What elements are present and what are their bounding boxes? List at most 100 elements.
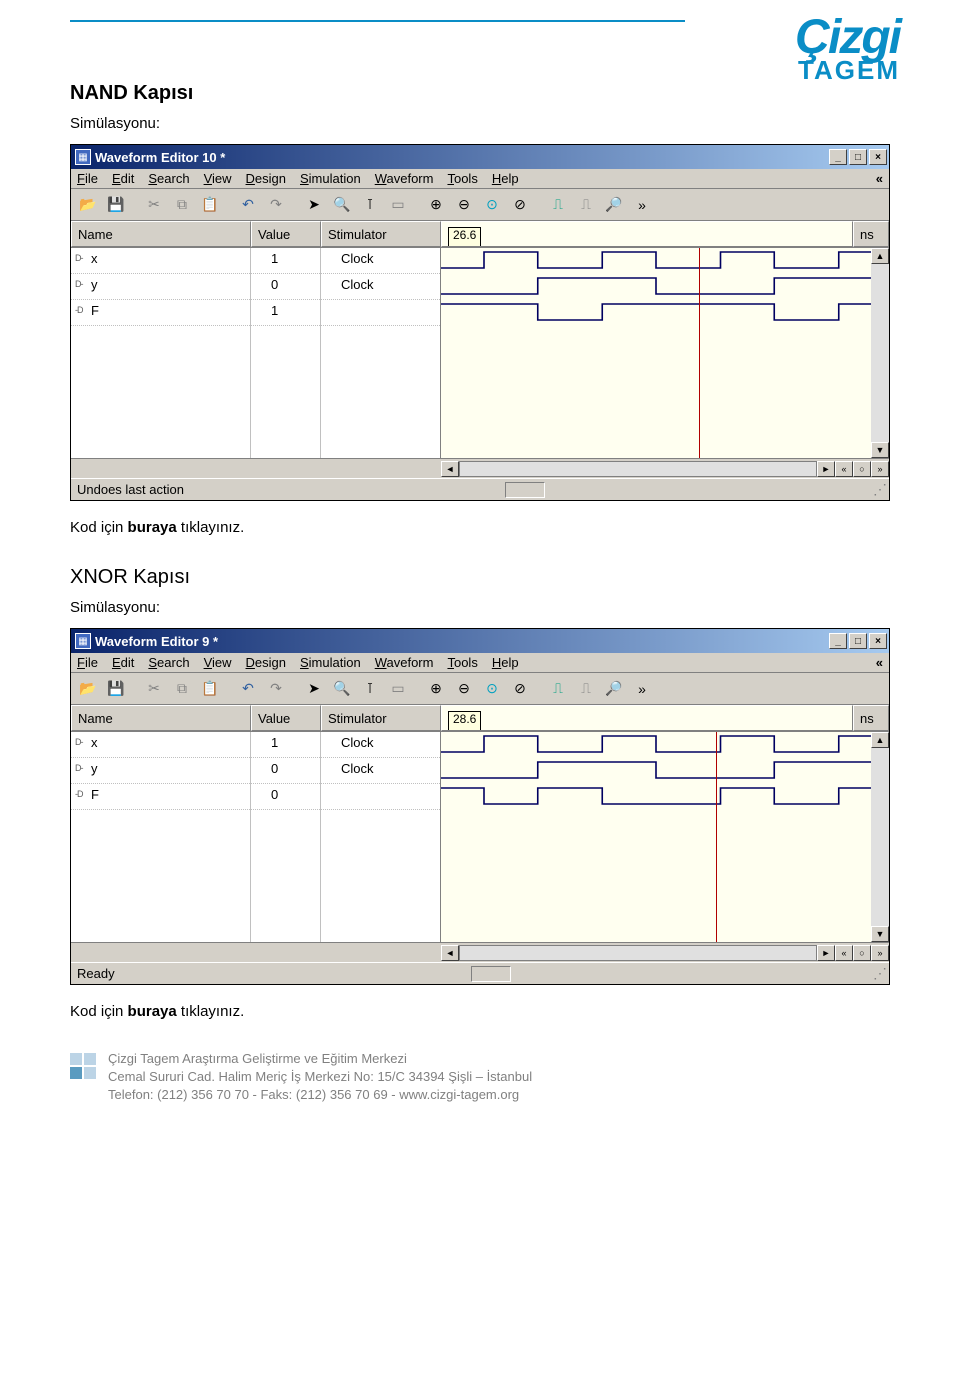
menu-chevron-icon[interactable]: « (876, 171, 883, 186)
redo-icon[interactable]: ↷ (263, 677, 289, 701)
menu-search[interactable]: Search (148, 171, 189, 186)
wave-add-icon[interactable]: ⎍ (545, 677, 571, 701)
wave-add-icon[interactable]: ⎍ (545, 193, 571, 217)
toolbar-overflow-icon[interactable]: » (629, 677, 655, 701)
vertical-scrollbar[interactable]: ▲▼ (871, 248, 889, 458)
wave-del-icon[interactable]: ⎍ (573, 677, 599, 701)
ruler[interactable]: · 10 · · 20 · · 40 · 26.6 ns (441, 221, 853, 247)
col-stimulator-header[interactable]: Stimulator (321, 705, 441, 731)
signal-name-y[interactable]: D-y (71, 758, 250, 784)
resize-grip-icon[interactable]: ⋰ (873, 481, 883, 498)
search-wave-icon[interactable]: 🔎 (601, 193, 627, 217)
close-button[interactable]: × (869, 633, 887, 649)
scroll-next-icon[interactable]: » (871, 461, 889, 477)
pointer-icon[interactable]: ➤ (301, 193, 327, 217)
measure-icon[interactable]: ⊺ (357, 677, 383, 701)
measure-icon[interactable]: ⊺ (357, 193, 383, 217)
horizontal-scrollbar[interactable]: ◄ ► « ○ » (71, 942, 889, 962)
col-value-header[interactable]: Value (251, 221, 321, 247)
zoom-in-icon[interactable]: ⊕ (423, 193, 449, 217)
copy-icon[interactable]: ⧉ (169, 677, 195, 701)
undo-icon[interactable]: ↶ (235, 193, 261, 217)
wave-del-icon[interactable]: ⎍ (573, 193, 599, 217)
menu-simulation[interactable]: Simulation (300, 171, 361, 186)
scroll-up-icon[interactable]: ▲ (871, 248, 889, 264)
horizontal-scrollbar[interactable]: ◄ ► « ○ » (71, 458, 889, 478)
menu-design[interactable]: Design (246, 171, 286, 186)
open-icon[interactable]: 📂 (75, 193, 101, 217)
signal-name-x[interactable]: D-x (71, 732, 250, 758)
menu-chevron-icon[interactable]: « (876, 655, 883, 670)
waveform-x[interactable] (441, 248, 871, 274)
col-name-header[interactable]: Name (71, 705, 251, 731)
cursor-line[interactable] (716, 732, 717, 942)
zoom-icon[interactable]: 🔍 (329, 677, 355, 701)
section2-link[interactable]: buraya (128, 1003, 177, 1020)
signal-stim-F[interactable] (321, 300, 440, 326)
vertical-scrollbar[interactable]: ▲▼ (871, 732, 889, 942)
zoom-range-icon[interactable]: ⊘ (507, 193, 533, 217)
cut-icon[interactable]: ✂ (141, 193, 167, 217)
waveform-y[interactable] (441, 758, 871, 784)
menu-edit[interactable]: Edit (112, 655, 134, 670)
signal-name-F[interactable]: -DF (71, 300, 250, 326)
zoom-icon[interactable]: 🔍 (329, 193, 355, 217)
open-icon[interactable]: 📂 (75, 677, 101, 701)
menu-tools[interactable]: Tools (447, 171, 477, 186)
menu-waveform[interactable]: Waveform (375, 171, 434, 186)
menu-search[interactable]: Search (148, 655, 189, 670)
scroll-prev-icon[interactable]: « (835, 461, 853, 477)
menu-edit[interactable]: Edit (112, 171, 134, 186)
copy-icon[interactable]: ⧉ (169, 193, 195, 217)
resize-grip-icon[interactable]: ⋰ (873, 965, 883, 982)
scroll-up-icon[interactable]: ▲ (871, 732, 889, 748)
close-button[interactable]: × (869, 149, 887, 165)
undo-icon[interactable]: ↶ (235, 677, 261, 701)
scroll-prev-icon[interactable]: « (835, 945, 853, 961)
section1-link[interactable]: buraya (128, 519, 177, 536)
menu-help[interactable]: Help (492, 655, 519, 670)
redo-icon[interactable]: ↷ (263, 193, 289, 217)
select-icon[interactable]: ▭ (385, 677, 411, 701)
menu-view[interactable]: View (204, 655, 232, 670)
minimize-button[interactable]: _ (829, 149, 847, 165)
scroll-right-icon[interactable]: ► (817, 461, 835, 477)
signal-stim-F[interactable] (321, 784, 440, 810)
ruler[interactable]: · 10 · · 20 · · 40 · 28.6 ns (441, 705, 853, 731)
zoom-out-icon[interactable]: ⊖ (451, 193, 477, 217)
signal-name-x[interactable]: D-x (71, 248, 250, 274)
titlebar[interactable]: ▦ Waveform Editor 9 * _ □ × (71, 629, 889, 653)
scroll-down-icon[interactable]: ▼ (871, 442, 889, 458)
menu-design[interactable]: Design (246, 655, 286, 670)
toolbar-overflow-icon[interactable]: » (629, 193, 655, 217)
zoom-fit-icon[interactable]: ⊙ (479, 677, 505, 701)
cut-icon[interactable]: ✂ (141, 677, 167, 701)
menu-file[interactable]: File (77, 655, 98, 670)
signal-stim-x[interactable]: Clock (321, 248, 440, 274)
zoom-in-icon[interactable]: ⊕ (423, 677, 449, 701)
paste-icon[interactable]: 📋 (197, 677, 223, 701)
menu-tools[interactable]: Tools (447, 655, 477, 670)
signal-stim-y[interactable]: Clock (321, 758, 440, 784)
scroll-right-icon[interactable]: ► (817, 945, 835, 961)
save-icon[interactable]: 💾 (103, 677, 129, 701)
select-icon[interactable]: ▭ (385, 193, 411, 217)
waveform-F[interactable] (441, 300, 871, 326)
scroll-down-icon[interactable]: ▼ (871, 926, 889, 942)
paste-icon[interactable]: 📋 (197, 193, 223, 217)
waveform-F[interactable] (441, 784, 871, 810)
menu-view[interactable]: View (204, 171, 232, 186)
maximize-button[interactable]: □ (849, 149, 867, 165)
menu-waveform[interactable]: Waveform (375, 655, 434, 670)
menu-simulation[interactable]: Simulation (300, 655, 361, 670)
pointer-icon[interactable]: ➤ (301, 677, 327, 701)
cursor-line[interactable] (699, 248, 700, 458)
titlebar[interactable]: ▦ Waveform Editor 10 * _ □ × (71, 145, 889, 169)
waveform-x[interactable] (441, 732, 871, 758)
minimize-button[interactable]: _ (829, 633, 847, 649)
search-wave-icon[interactable]: 🔎 (601, 677, 627, 701)
signal-name-y[interactable]: D-y (71, 274, 250, 300)
scroll-next-icon[interactable]: » (871, 945, 889, 961)
signal-stim-y[interactable]: Clock (321, 274, 440, 300)
scroll-left-icon[interactable]: ◄ (441, 945, 459, 961)
